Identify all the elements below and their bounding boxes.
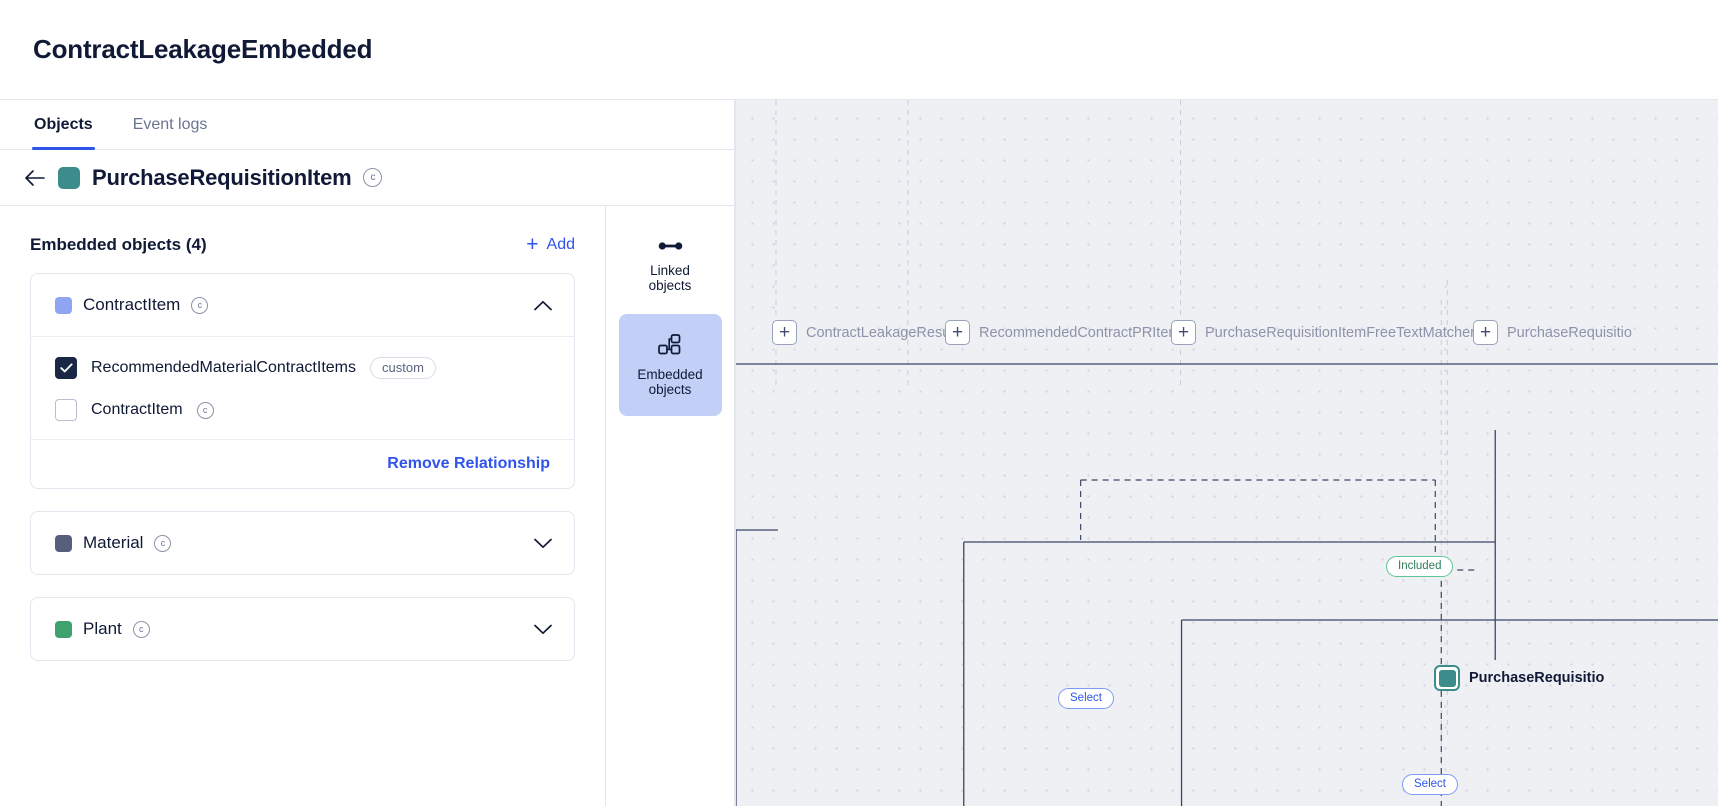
view-mode-rail: Linked objects Embedded objects: [606, 206, 734, 806]
page-title: ContractLeakageEmbedded: [33, 34, 373, 64]
body-region: Objects Event logs PurchaseRequisitionIt…: [0, 100, 1718, 806]
tab-objects-label: Objects: [34, 115, 93, 133]
object-color-swatch: [55, 296, 72, 314]
embedded-objects-panel: Embedded objects (4) + Add ContractItem …: [0, 206, 606, 806]
checkbox-row-recommendedmaterialcontractitems[interactable]: RecommendedMaterialContractItems custom: [55, 353, 550, 383]
card-footer-contractitem: Remove Relationship: [31, 439, 574, 488]
object-color-swatch: [55, 620, 72, 638]
remove-relationship-button[interactable]: Remove Relationship: [387, 455, 550, 473]
tab-bar: Objects Event logs: [0, 100, 734, 150]
card-header-plant[interactable]: Plant c: [31, 598, 574, 660]
expand-node-icon[interactable]: +: [772, 320, 797, 345]
card-title: Material: [83, 533, 144, 552]
checkbox-label: ContractItem: [91, 401, 183, 418]
checkbox-row-contractitem[interactable]: ContractItem c: [55, 395, 550, 425]
canvas-node-purchaserequisition[interactable]: + PurchaseRequisitio: [1473, 320, 1632, 345]
card-header-material[interactable]: Material c: [31, 512, 574, 574]
embedded-objects-list: ContractItem c RecommendedMaterialContra…: [0, 273, 605, 661]
badge-included[interactable]: Included: [1386, 556, 1454, 577]
card-header-left: Material c: [55, 533, 172, 553]
tab-objects[interactable]: Objects: [32, 100, 95, 150]
embedded-objects-header: Embedded objects (4) + Add: [0, 206, 605, 273]
card-header-contractitem[interactable]: ContractItem c: [31, 274, 574, 336]
canvas-selected-node[interactable]: PurchaseRequisitio: [1434, 665, 1604, 691]
badge-select-1[interactable]: Select: [1058, 688, 1114, 709]
expand-node-icon[interactable]: +: [1171, 320, 1196, 345]
panel-row: Embedded objects (4) + Add ContractItem …: [0, 206, 734, 806]
chevron-up-icon[interactable]: [534, 300, 552, 311]
custom-type-icon: c: [196, 401, 214, 419]
card-title: Plant: [83, 619, 122, 638]
object-color-swatch: [55, 534, 72, 552]
canvas-node-purchaserequisitionitemfreetextmatcher[interactable]: + PurchaseRequisitionItemFreeTextMatcher: [1171, 320, 1475, 345]
object-name: PurchaseRequisitionItem: [92, 164, 352, 190]
graph-canvas[interactable]: + ContractLeakageResult + RecommendedCon…: [735, 100, 1718, 806]
canvas-node-label: RecommendedContractPRItemAI: [979, 324, 1195, 341]
custom-type-icon: c: [154, 534, 172, 552]
canvas-node-contractleakageresult[interactable]: + ContractLeakageResult: [772, 320, 958, 345]
tab-event-logs-label: Event logs: [132, 115, 208, 133]
checkbox-unchecked[interactable]: [55, 399, 77, 421]
checkbox-label: RecommendedMaterialContractItems: [91, 359, 356, 376]
card-header-left: ContractItem c: [55, 295, 209, 315]
chevron-down-icon[interactable]: [534, 538, 552, 549]
app-header: ContractLeakageEmbedded: [0, 0, 1718, 100]
add-button-label: Add: [546, 235, 575, 253]
canvas-connectors: [736, 100, 1718, 806]
expand-node-icon[interactable]: +: [1473, 320, 1498, 345]
custom-tag: custom: [370, 357, 436, 379]
custom-type-icon: c: [363, 168, 383, 187]
custom-type-icon: c: [132, 620, 150, 638]
linked-objects-icon: [658, 239, 683, 258]
canvas-node-recommendedcontractpritemai[interactable]: + RecommendedContractPRItemAI: [945, 320, 1194, 345]
embedded-object-card-plant: Plant c: [30, 597, 575, 661]
rail-item-embedded-objects-label: Embedded objects: [637, 367, 703, 397]
canvas-node-label: PurchaseRequisitio: [1507, 324, 1632, 341]
rail-item-linked-objects[interactable]: Linked objects: [619, 232, 722, 300]
left-zone: Objects Event logs PurchaseRequisitionIt…: [0, 100, 735, 806]
card-body-contractitem: RecommendedMaterialContractItems custom …: [31, 336, 574, 439]
card-title: ContractItem: [83, 295, 181, 314]
object-header: PurchaseRequisitionItem c: [0, 150, 734, 206]
canvas-node-label: ContractLeakageResult: [806, 324, 958, 341]
checkbox-checked[interactable]: [55, 357, 77, 379]
rail-item-embedded-objects[interactable]: Embedded objects: [618, 314, 722, 416]
chevron-down-icon[interactable]: [534, 624, 552, 635]
canvas-node-label: PurchaseRequisitionItemFreeTextMatcher: [1205, 324, 1475, 341]
custom-type-icon: c: [191, 296, 209, 314]
embedded-objects-title: Embedded objects (4): [30, 234, 207, 254]
application-window: ContractLeakageEmbedded Objects Event lo…: [0, 0, 1718, 806]
canvas-selected-node-label: PurchaseRequisitio: [1469, 670, 1605, 686]
embedded-object-card-contractitem: ContractItem c RecommendedMaterialContra…: [30, 273, 575, 489]
object-color-swatch: [58, 166, 80, 189]
plus-icon: +: [526, 233, 539, 256]
arrow-left-icon[interactable]: [24, 167, 46, 189]
badge-select-2[interactable]: Select: [1402, 774, 1458, 795]
selected-node-swatch: [1434, 665, 1460, 691]
embedded-objects-icon: [657, 333, 683, 362]
rail-item-linked-objects-label: Linked objects: [648, 263, 692, 293]
expand-node-icon[interactable]: +: [945, 320, 970, 345]
embedded-object-card-material: Material c: [30, 511, 575, 575]
add-button[interactable]: + Add: [526, 234, 575, 255]
card-header-left: Plant c: [55, 619, 150, 639]
tab-event-logs[interactable]: Event logs: [131, 100, 210, 149]
